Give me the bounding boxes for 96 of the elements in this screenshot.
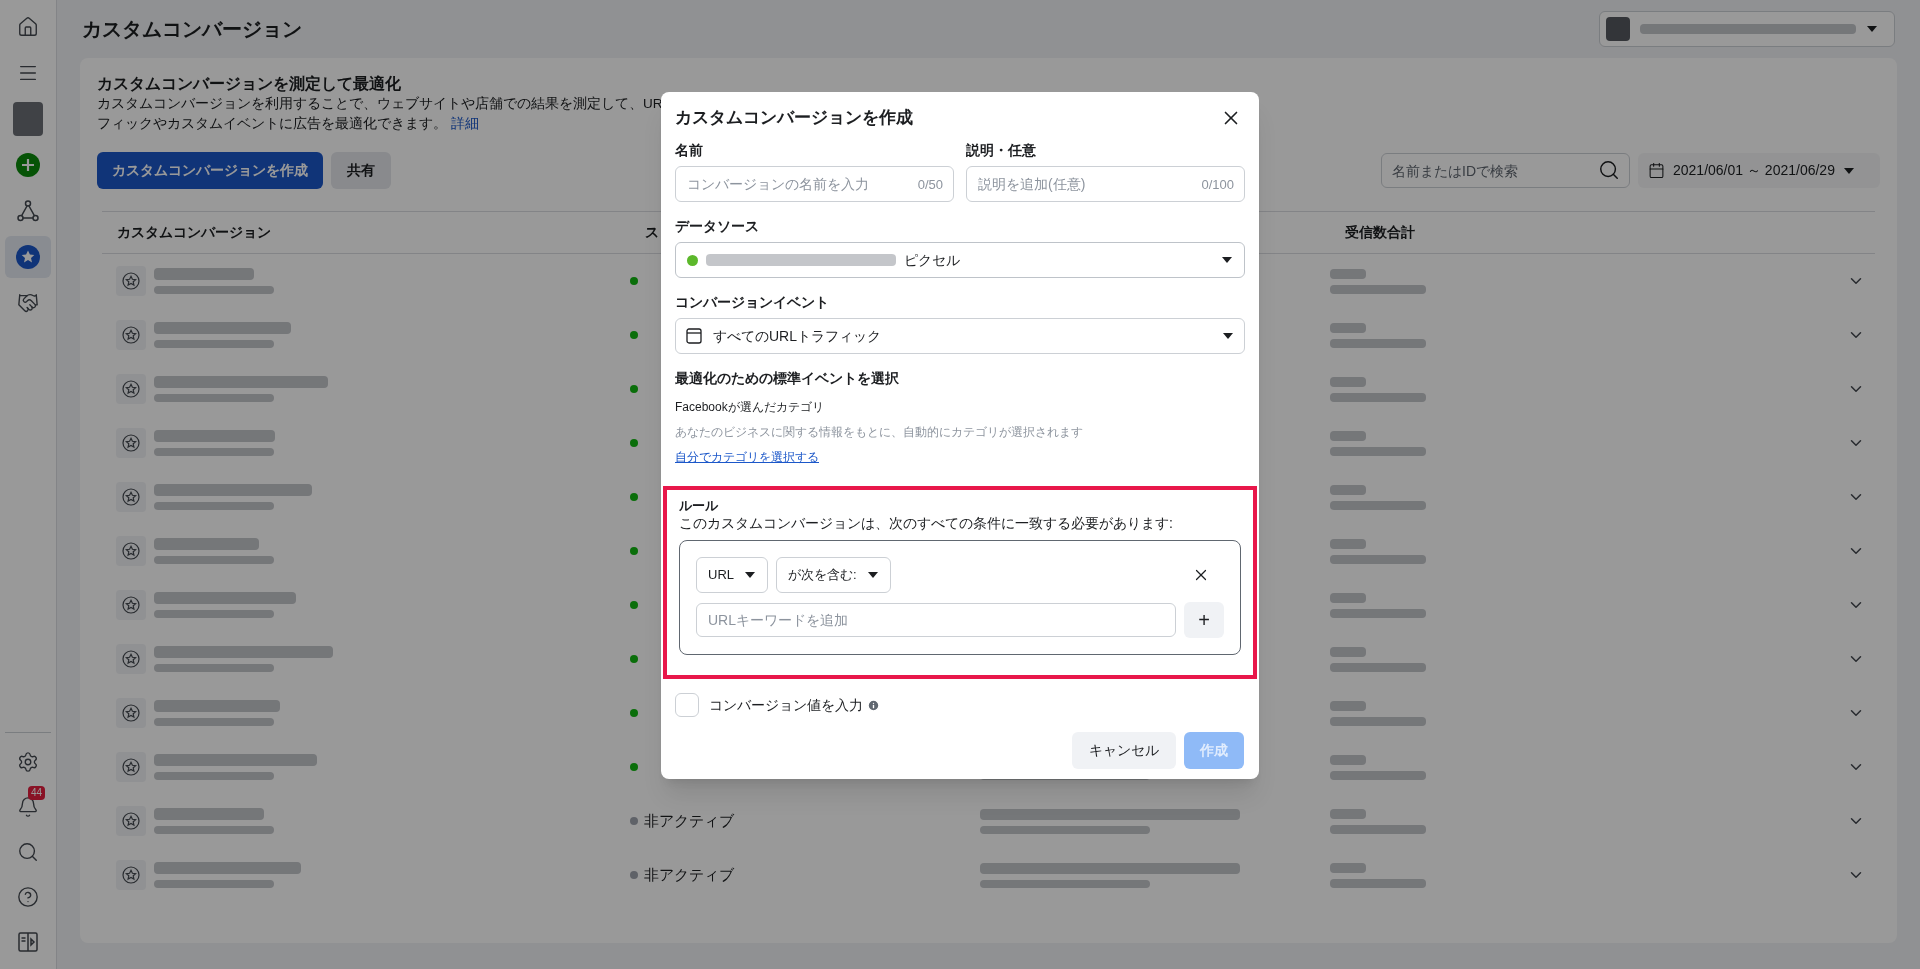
- nodes-icon: [16, 199, 40, 223]
- character-counter: 0/100: [1201, 176, 1234, 194]
- details-link[interactable]: 詳細: [450, 116, 479, 131]
- star-circle-icon: [122, 434, 140, 452]
- intro-text: フィックやカスタムイベントに広告を最適化できます。 詳細: [97, 115, 479, 133]
- caret-icon: [1866, 25, 1878, 33]
- operator-dropdown[interactable]: が次を含む:: [776, 557, 891, 593]
- help-icon: [17, 886, 39, 908]
- star-circle-icon: [122, 488, 140, 506]
- star-button[interactable]: [116, 428, 146, 458]
- field-dropdown[interactable]: URL: [696, 557, 768, 593]
- star-circle-icon: [122, 704, 140, 722]
- home-icon: [17, 16, 39, 38]
- notification-badge: 44: [27, 786, 45, 800]
- star-circle-icon: [122, 758, 140, 776]
- star-circle-icon: [122, 596, 140, 614]
- bell-icon: [17, 796, 39, 818]
- browser-window-icon: [685, 327, 703, 345]
- star-button[interactable]: [116, 374, 146, 404]
- search-icon: [1598, 159, 1620, 181]
- page-title: カスタムコンバージョン: [82, 17, 302, 42]
- share-button[interactable]: 共有: [331, 152, 391, 189]
- field-label: コンバージョンイベント: [675, 293, 830, 312]
- field-label: 説明・任意: [966, 141, 1037, 160]
- star-circle-icon: [122, 542, 140, 560]
- cancel-button[interactable]: キャンセル: [1072, 732, 1176, 769]
- checkbox[interactable]: [675, 693, 699, 717]
- add-keyword-button[interactable]: +: [1184, 602, 1224, 638]
- category-description: あなたのビジネスに関する情報をもとに、自動的にカテゴリが選択されます: [675, 424, 1084, 441]
- status-text: 非アクティブ: [644, 810, 734, 831]
- data-source-select[interactable]: ピクセル: [675, 242, 1245, 278]
- info-icon: [867, 698, 880, 712]
- star-button[interactable]: [116, 860, 146, 890]
- create-button[interactable]: カスタムコンバージョンを作成: [97, 152, 323, 189]
- checkbox-label: コンバージョン値を入力: [709, 695, 863, 715]
- search-icon: [17, 841, 39, 863]
- star-circle-icon: [122, 812, 140, 830]
- account-avatar: [1606, 17, 1630, 41]
- redacted-text: [1330, 754, 1366, 765]
- calendar-icon: [1648, 162, 1665, 179]
- search-field[interactable]: 名前またはIDで検索: [1381, 153, 1630, 188]
- handshake-icon: [17, 292, 39, 314]
- redacted-text: [1330, 538, 1366, 549]
- column-header: 受信数合計: [1345, 223, 1415, 242]
- plus-circle-icon: [16, 153, 40, 177]
- redacted-text: [1330, 862, 1366, 873]
- conversion-event-select[interactable]: すべてのURLトラフィック: [675, 318, 1245, 354]
- field-label: 名前: [675, 141, 704, 160]
- account-selector[interactable]: [1599, 11, 1895, 47]
- avatar: [13, 102, 43, 136]
- star-button[interactable]: [116, 752, 146, 782]
- redacted-text: [1330, 430, 1366, 441]
- url-keyword-field[interactable]: URLキーワードを追加: [696, 603, 1176, 637]
- character-counter: 0/50: [917, 176, 943, 194]
- date-range-button[interactable]: 2021/06/01 ～ 2021/06/29: [1638, 153, 1880, 188]
- caret-icon: [744, 571, 756, 579]
- column-header: ス: [645, 224, 659, 240]
- panel-icon: [17, 931, 39, 953]
- star-button[interactable]: [116, 590, 146, 620]
- rules-heading: ルール: [679, 498, 719, 514]
- star-button[interactable]: [116, 806, 146, 836]
- field-label: データソース: [675, 217, 760, 236]
- star-circle-icon: [122, 650, 140, 668]
- status-text: 非アクティブ: [644, 864, 734, 885]
- section-heading: 最適化のための標準イベントを選択: [675, 369, 900, 388]
- star-button[interactable]: [116, 698, 146, 728]
- caret-icon: [866, 571, 879, 579]
- star-circle-icon: [122, 272, 140, 290]
- rules-description: このカスタムコンバージョンは、次のすべての条件に一致する必要があります:: [679, 514, 1174, 532]
- intro-text: カスタムコンバージョンを利用することで、ウェブサイトや店舗での結果を測定して、UR: [97, 95, 663, 113]
- caret-icon: [1842, 166, 1855, 175]
- choose-category-link[interactable]: 自分でカテゴリを選択する: [675, 448, 819, 466]
- column-header: カスタムコンバージョン: [117, 224, 271, 240]
- redacted-text: [1330, 646, 1366, 657]
- star-button[interactable]: [116, 266, 146, 296]
- star-button[interactable]: [116, 320, 146, 350]
- star-button[interactable]: [116, 644, 146, 674]
- caret-icon: [1222, 332, 1234, 340]
- redacted-text: [1330, 700, 1366, 711]
- dialog-title: カスタムコンバージョンを作成: [675, 107, 913, 130]
- star-circle-icon: [122, 380, 140, 398]
- sidebar-item[interactable]: [5, 236, 51, 278]
- redacted-text: [1330, 808, 1366, 819]
- caret-icon: [1221, 256, 1233, 264]
- star-circle-icon: [122, 326, 140, 344]
- redacted-text: [1330, 376, 1366, 387]
- category-subheading: Facebookが選んだカテゴリ: [675, 399, 825, 416]
- settings-icon: [17, 751, 39, 773]
- redacted-text: [1330, 484, 1366, 495]
- intro-heading: カスタムコンバージョンを測定して最適化: [97, 74, 402, 94]
- redacted-text: [1330, 268, 1366, 279]
- star-circle-icon: [122, 866, 140, 884]
- redacted-text: [1330, 322, 1366, 333]
- star-button[interactable]: [116, 536, 146, 566]
- star-button[interactable]: [116, 482, 146, 512]
- redacted-text: [1330, 592, 1366, 603]
